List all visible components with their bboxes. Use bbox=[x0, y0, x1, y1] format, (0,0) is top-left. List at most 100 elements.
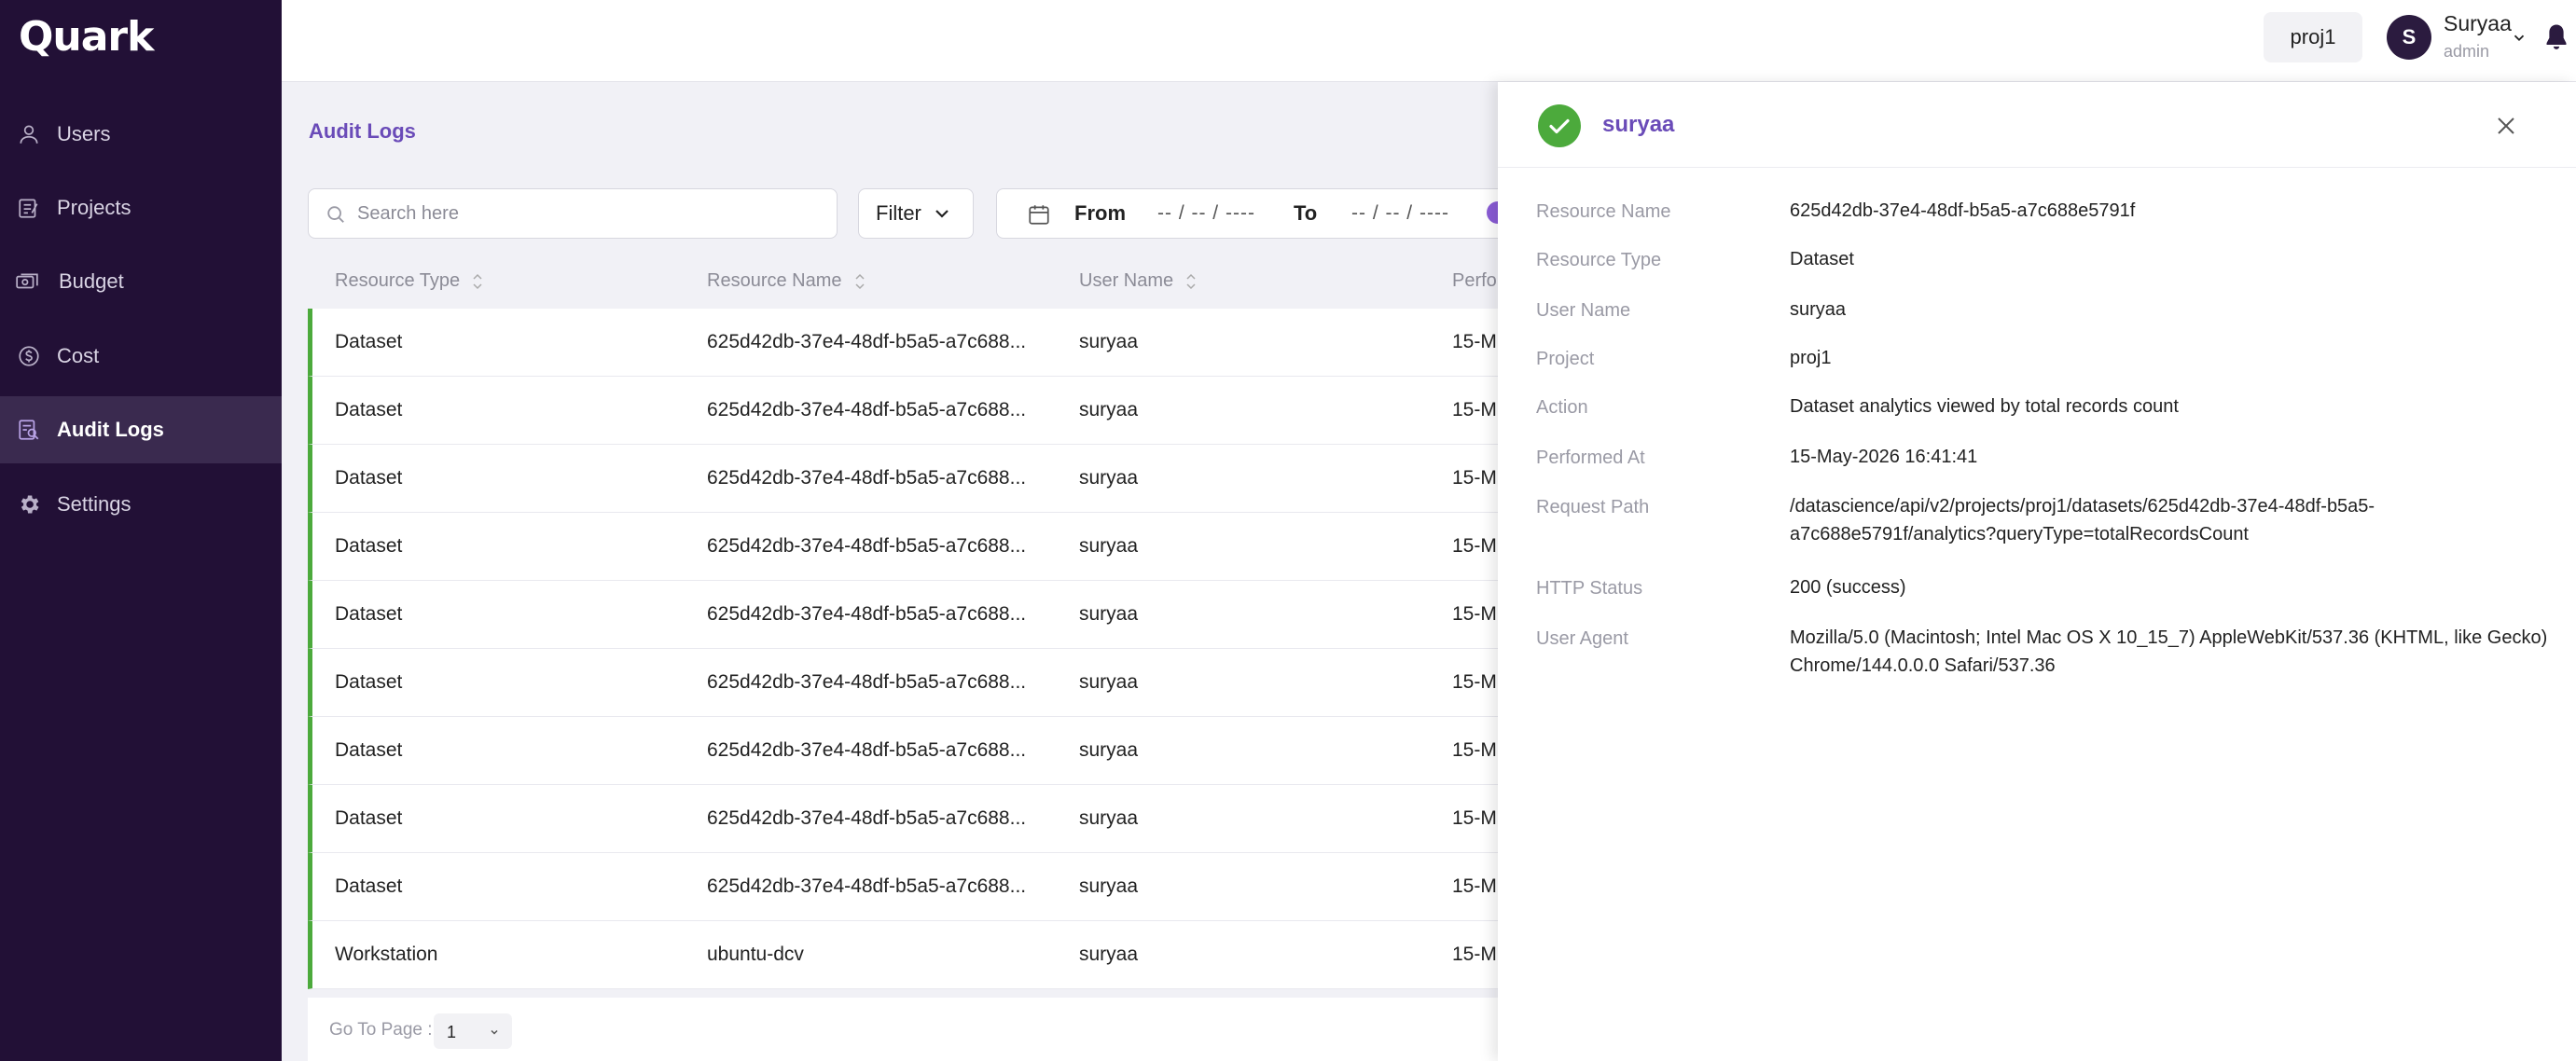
sort-icon[interactable] bbox=[853, 272, 866, 291]
cell-resource-name: 625d42db-37e4-48df-b5a5-a7c688... bbox=[707, 739, 1027, 761]
cell-user-name: suryaa bbox=[1079, 671, 1139, 693]
cell-performed-at: 15-M bbox=[1452, 875, 1497, 897]
cell-resource-name: 625d42db-37e4-48df-b5a5-a7c688... bbox=[707, 467, 1027, 489]
sidebar-item-projects[interactable]: Projects bbox=[0, 174, 282, 241]
column-header-user-name[interactable]: User Name bbox=[1079, 270, 1198, 292]
cell-resource-name: 625d42db-37e4-48df-b5a5-a7c688... bbox=[707, 331, 1027, 352]
table-row[interactable]: Workstation ubuntu-dcv suryaa 15-M bbox=[308, 921, 1520, 989]
cell-user-name: suryaa bbox=[1079, 807, 1139, 829]
cell-user-name: suryaa bbox=[1079, 467, 1139, 489]
sidebar-item-label: Settings bbox=[57, 492, 132, 516]
detail-label: Resource Type bbox=[1536, 250, 1662, 270]
avatar[interactable]: S bbox=[2387, 15, 2431, 60]
success-check-icon bbox=[1538, 104, 1581, 147]
table-row[interactable]: Dataset 625d42db-37e4-48df-b5a5-a7c688...… bbox=[308, 309, 1520, 377]
sidebar-item-label: Users bbox=[57, 122, 111, 145]
detail-value: Mozilla/5.0 (Macintosh; Intel Mac OS X 1… bbox=[1790, 627, 2548, 676]
cell-performed-at: 15-M bbox=[1452, 535, 1497, 557]
detail-label: Request Path bbox=[1536, 497, 1650, 517]
detail-value: 200 (success) bbox=[1790, 577, 1906, 598]
sidebar-item-label: Cost bbox=[57, 344, 100, 367]
table-row[interactable]: Dataset 625d42db-37e4-48df-b5a5-a7c688...… bbox=[308, 649, 1520, 717]
cell-resource-type: Dataset bbox=[335, 603, 403, 625]
close-icon[interactable] bbox=[2496, 116, 2516, 136]
detail-value: 15-May-2026 16:41:41 bbox=[1790, 447, 1978, 467]
detail-value: /datascience/api/v2/projects/proj1/datas… bbox=[1790, 496, 2375, 544]
cell-user-name: suryaa bbox=[1079, 535, 1139, 557]
page-title: Audit Logs bbox=[309, 119, 416, 143]
bell-icon[interactable] bbox=[2542, 22, 2570, 52]
chevron-down-icon bbox=[491, 1029, 498, 1035]
page-select[interactable]: 1 bbox=[434, 1013, 512, 1049]
column-header-performed-at[interactable]: Perfo bbox=[1452, 270, 1497, 292]
cell-resource-type: Dataset bbox=[335, 739, 403, 761]
detail-value: suryaa bbox=[1790, 299, 1847, 320]
cell-user-name: suryaa bbox=[1079, 399, 1139, 420]
column-header-resource-type[interactable]: Resource Type bbox=[335, 270, 484, 292]
calendar-icon bbox=[1029, 205, 1049, 225]
go-to-page-label: Go To Page : bbox=[329, 1020, 433, 1040]
sort-icon[interactable] bbox=[471, 272, 484, 291]
table-row[interactable]: Dataset 625d42db-37e4-48df-b5a5-a7c688...… bbox=[308, 853, 1520, 921]
projects-icon bbox=[16, 195, 42, 221]
table-row[interactable]: Dataset 625d42db-37e4-48df-b5a5-a7c688...… bbox=[308, 377, 1520, 445]
date-range-picker[interactable]: From -- / -- / ---- To -- / -- / ---- bbox=[996, 188, 1518, 239]
detail-label: User Agent bbox=[1536, 628, 1628, 649]
sidebar-item-label: Audit Logs bbox=[57, 418, 164, 441]
cell-resource-name: 625d42db-37e4-48df-b5a5-a7c688... bbox=[707, 603, 1027, 625]
detail-label: Resource Name bbox=[1536, 201, 1671, 222]
audit-logs-icon bbox=[16, 417, 42, 443]
table-row[interactable]: Dataset 625d42db-37e4-48df-b5a5-a7c688...… bbox=[308, 717, 1520, 785]
gear-icon bbox=[16, 491, 42, 517]
table-row[interactable]: Dataset 625d42db-37e4-48df-b5a5-a7c688...… bbox=[308, 445, 1520, 513]
user-name[interactable]: Suryaa bbox=[2444, 11, 2512, 36]
cell-resource-type: Dataset bbox=[335, 331, 403, 352]
cell-user-name: suryaa bbox=[1079, 603, 1139, 625]
drawer-header: suryaa bbox=[1498, 82, 2576, 168]
sidebar-item-audit-logs[interactable]: Audit Logs bbox=[0, 396, 282, 463]
cell-performed-at: 15-M bbox=[1452, 603, 1497, 625]
cell-performed-at: 15-M bbox=[1452, 807, 1497, 829]
column-header-resource-name[interactable]: Resource Name bbox=[707, 270, 866, 292]
cell-performed-at: 15-M bbox=[1452, 671, 1497, 693]
cell-user-name: suryaa bbox=[1079, 944, 1139, 965]
drawer-title: suryaa bbox=[1602, 112, 1675, 137]
cell-performed-at: 15-M bbox=[1452, 944, 1497, 965]
sidebar: Quark Users Projects Budget Cost Audit L… bbox=[0, 0, 282, 1061]
detail-value: 625d42db-37e4-48df-b5a5-a7c688e5791f bbox=[1790, 200, 2136, 221]
sidebar-item-label: Projects bbox=[57, 196, 132, 219]
table-row[interactable]: Dataset 625d42db-37e4-48df-b5a5-a7c688...… bbox=[308, 785, 1520, 853]
cell-resource-name: 625d42db-37e4-48df-b5a5-a7c688... bbox=[707, 535, 1027, 557]
sidebar-item-settings[interactable]: Settings bbox=[0, 471, 282, 538]
cost-icon bbox=[16, 343, 42, 369]
sidebar-item-cost[interactable]: Cost bbox=[0, 323, 282, 390]
detail-value: Dataset bbox=[1790, 249, 1854, 269]
audit-log-detail-drawer: suryaa Resource Name 625d42db-37e4-48df-b… bbox=[1498, 82, 2576, 1061]
search-input[interactable] bbox=[357, 199, 824, 228]
date-from-input[interactable]: -- / -- / ---- bbox=[1157, 202, 1255, 225]
table-row[interactable]: Dataset 625d42db-37e4-48df-b5a5-a7c688...… bbox=[308, 513, 1520, 581]
sort-icon[interactable] bbox=[1184, 272, 1198, 291]
cell-user-name: suryaa bbox=[1079, 739, 1139, 761]
table-row[interactable]: Dataset 625d42db-37e4-48df-b5a5-a7c688...… bbox=[308, 581, 1520, 649]
detail-label: HTTP Status bbox=[1536, 578, 1643, 599]
cell-user-name: suryaa bbox=[1079, 875, 1139, 897]
cell-resource-type: Dataset bbox=[335, 807, 403, 829]
audit-logs-table: Resource Type Resource Name User Name Pe… bbox=[308, 252, 1520, 1061]
cell-user-name: suryaa bbox=[1079, 331, 1139, 352]
budget-icon bbox=[14, 269, 40, 295]
cell-performed-at: 15-M bbox=[1452, 399, 1497, 420]
top-header bbox=[282, 0, 2576, 82]
sidebar-item-users[interactable]: Users bbox=[0, 101, 282, 168]
date-to-input[interactable]: -- / -- / ---- bbox=[1351, 202, 1449, 225]
project-selector[interactable]: proj1 bbox=[2264, 12, 2362, 62]
pagination: Go To Page : 1 bbox=[308, 998, 1520, 1061]
date-to-label: To bbox=[1294, 201, 1318, 225]
search-icon bbox=[327, 206, 344, 223]
sidebar-item-budget[interactable]: Budget bbox=[0, 248, 282, 315]
chevron-down-icon[interactable] bbox=[2511, 29, 2528, 46]
cell-performed-at: 15-M bbox=[1452, 467, 1497, 489]
cell-resource-name: 625d42db-37e4-48df-b5a5-a7c688... bbox=[707, 399, 1027, 420]
search-field[interactable] bbox=[308, 188, 838, 239]
filter-button[interactable]: Filter bbox=[858, 188, 974, 239]
